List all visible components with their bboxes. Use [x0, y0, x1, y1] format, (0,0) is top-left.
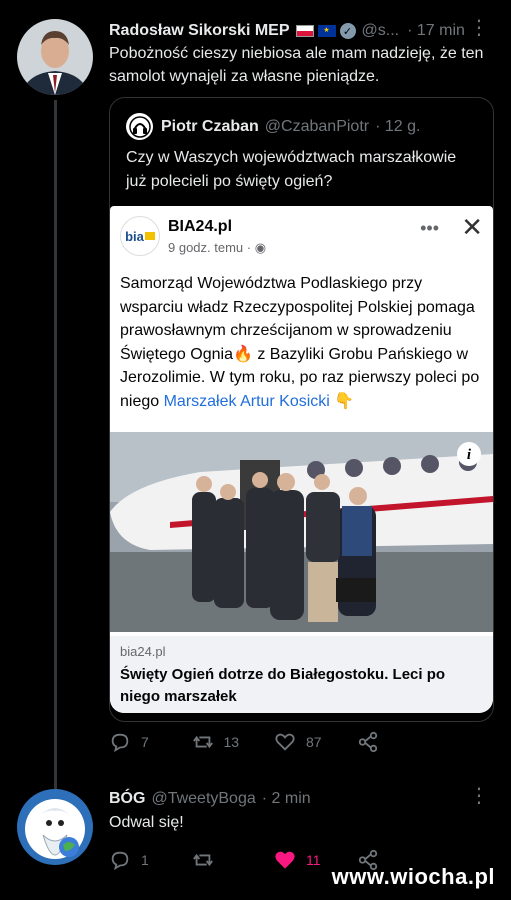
fb-post-time-text: 9 godz. temu · — [168, 240, 252, 255]
retweet-count: 13 — [223, 734, 240, 750]
bia24-logo-text: bia — [125, 228, 144, 244]
quoted-author-name[interactable]: Piotr Czaban — [161, 118, 259, 136]
author-handle[interactable]: @s... — [362, 22, 400, 40]
tweet-header: Radosław Sikorski MEP ★ ✓ @s... · 17 min… — [109, 18, 491, 42]
fb-post-link: Marszałek Artur Kosicki — [163, 392, 330, 410]
fb-link-headline: Święty Ogień dotrze do Białegostoku. Lec… — [120, 666, 446, 705]
retweet-icon — [192, 853, 213, 867]
bia24-logo-mark — [144, 232, 155, 240]
retweet-button[interactable] — [192, 849, 275, 871]
pl-flag-icon — [295, 25, 314, 37]
facebook-post-screenshot[interactable]: bia BIA24.pl 9 godz. temu · ◉ ••• ✕ Samo… — [110, 206, 493, 713]
like-count: 87 — [306, 734, 322, 750]
reply-icon — [111, 851, 129, 871]
bia24-logo: bia — [120, 216, 160, 256]
fb-post-text: Samorząd Województwa Podlaskiego przy ws… — [120, 272, 481, 413]
heart-filled-icon — [275, 851, 295, 869]
eu-flag-icon: ★ — [317, 25, 336, 37]
fb-page-name: BIA24.pl — [168, 218, 233, 235]
share-icon — [358, 731, 377, 753]
fb-post-time: 9 godz. temu · ◉ — [168, 240, 266, 256]
reply-icon — [111, 733, 129, 753]
retweet-button[interactable]: 13 — [192, 731, 275, 753]
avatar[interactable] — [17, 19, 93, 95]
quoted-tweet[interactable]: Piotr Czaban @CzabanPiotr · 12 g. Czy w … — [109, 97, 494, 722]
globe-icon: ◉ — [254, 240, 267, 255]
tweet-time[interactable]: · 17 min — [407, 22, 465, 40]
fb-more-icon: ••• — [420, 218, 439, 238]
reply-count: 7 — [141, 734, 149, 750]
thread-line — [54, 100, 57, 790]
retweet-icon — [192, 735, 213, 749]
tweet-time[interactable]: · 2 min — [262, 790, 311, 808]
tweet-sikorski[interactable]: Radosław Sikorski MEP ★ ✓ @s... · 17 min… — [0, 0, 511, 790]
more-options-icon[interactable]: ⋮ — [469, 786, 489, 806]
fb-link-domain: bia24.pl — [120, 644, 166, 659]
like-button[interactable]: 87 — [274, 731, 357, 753]
verified-badge-icon: ✓ — [339, 23, 356, 39]
quoted-author-handle[interactable]: @CzabanPiotr — [265, 118, 369, 136]
close-icon: ✕ — [461, 212, 483, 242]
more-options-icon[interactable]: ⋮ — [469, 18, 489, 38]
fb-post-body: Samorząd Województwa Podlaskiego przy ws… — [120, 275, 480, 410]
quoted-avatar — [126, 113, 153, 140]
author-name[interactable]: BÓG — [109, 790, 145, 808]
tweet-header: BÓG @TweetyBoga · 2 min ⋮ — [109, 786, 491, 810]
author-handle[interactable]: @TweetyBoga — [151, 790, 255, 808]
reply-button[interactable]: 1 — [109, 849, 192, 871]
heart-icon — [275, 733, 295, 751]
watermark: www.wiocha.pl — [331, 864, 495, 889]
quoted-tweet-time[interactable]: · 12 g. — [375, 118, 420, 136]
tweet-text: Odwal się! — [109, 814, 184, 831]
fb-post-photo — [110, 432, 493, 632]
like-count: 11 — [306, 852, 321, 868]
share-button[interactable] — [357, 731, 440, 753]
pointing-down-emoji: 👇 — [329, 392, 355, 410]
author-name[interactable]: Radosław Sikorski MEP — [109, 22, 290, 40]
tweet-text: Pobożność cieszy niebiosa ale mam nadzie… — [109, 45, 484, 85]
avatar[interactable] — [17, 789, 93, 865]
info-icon: i — [457, 442, 481, 466]
tweet-actions: 7 13 87 — [109, 729, 439, 755]
quoted-tweet-header: Piotr Czaban @CzabanPiotr · 12 g. — [126, 113, 481, 140]
reply-button[interactable]: 7 — [109, 731, 192, 753]
reply-count: 1 — [141, 852, 149, 868]
quoted-tweet-text: Czy w Waszych województwach marszałkowie… — [126, 149, 457, 190]
